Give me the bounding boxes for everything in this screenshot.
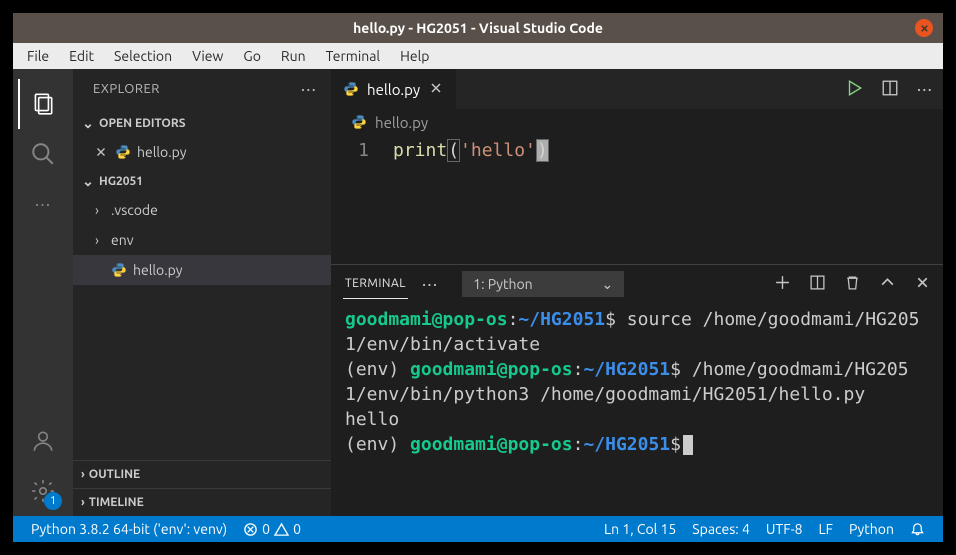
panel-more-icon[interactable]: ··· — [422, 274, 438, 294]
explorer-title: EXPLORER — [93, 82, 301, 96]
panel-tab-terminal[interactable]: TERMINAL — [343, 269, 408, 299]
chevron-down-icon: ⌄ — [601, 276, 613, 293]
activity-account-icon[interactable] — [18, 416, 68, 466]
chevron-down-icon: ⌄ — [81, 115, 95, 132]
status-python-interpreter[interactable]: Python 3.8.2 64-bit ('env': venv) — [23, 521, 235, 537]
line-number-gutter: 1 — [331, 139, 393, 264]
status-encoding[interactable]: UTF-8 — [758, 521, 811, 537]
file-hello-py[interactable]: hello.py — [73, 255, 331, 285]
new-terminal-icon[interactable] — [774, 274, 791, 294]
python-file-icon — [351, 114, 367, 130]
chevron-down-icon: ⌄ — [81, 173, 95, 190]
menu-go[interactable]: Go — [235, 46, 268, 66]
status-notifications-icon[interactable] — [902, 522, 933, 537]
close-panel-icon[interactable] — [914, 274, 931, 294]
menu-run[interactable]: Run — [273, 46, 314, 66]
menu-view[interactable]: View — [184, 46, 231, 66]
terminal-select[interactable]: 1: Python ⌄ — [462, 271, 624, 297]
maximize-panel-icon[interactable] — [879, 274, 896, 294]
editor-tabs: hello.py ··· — [331, 69, 943, 109]
activity-explorer-icon[interactable] — [18, 79, 68, 129]
bottom-panel: TERMINAL ··· 1: Python ⌄ — [331, 264, 943, 516]
python-file-icon — [111, 262, 127, 278]
chevron-right-icon: › — [89, 202, 105, 218]
status-indentation[interactable]: Spaces: 4 — [684, 521, 758, 537]
activity-search-icon[interactable] — [18, 129, 68, 179]
split-editor-icon[interactable] — [881, 79, 899, 100]
explorer-more-icon[interactable]: ··· — [301, 79, 317, 99]
activity-bar: ··· 1 — [13, 69, 73, 516]
breadcrumb[interactable]: hello.py — [331, 109, 943, 135]
open-editors-header[interactable]: ⌄ OPEN EDITORS — [73, 109, 331, 137]
menu-selection[interactable]: Selection — [106, 46, 180, 66]
tab-hello-py[interactable]: hello.py — [331, 69, 457, 109]
status-problems[interactable]: 0 0 — [235, 521, 309, 537]
explorer-sidebar: EXPLORER ··· ⌄ OPEN EDITORS hello.py — [73, 69, 331, 516]
outline-section[interactable]: › OUTLINE — [73, 460, 331, 488]
tab-close-icon[interactable] — [428, 80, 444, 99]
chevron-right-icon: › — [81, 468, 85, 481]
timeline-section[interactable]: › TIMELINE — [73, 488, 331, 516]
chevron-right-icon: › — [89, 232, 105, 248]
activity-more-icon[interactable]: ··· — [18, 179, 68, 229]
window-title: hello.py - HG2051 - Visual Studio Code — [353, 20, 603, 36]
python-file-icon — [343, 81, 359, 97]
terminal-cursor — [683, 435, 693, 455]
window-titlebar: hello.py - HG2051 - Visual Studio Code — [13, 13, 943, 43]
status-bar: Python 3.8.2 64-bit ('env': venv) 0 0 Ln… — [13, 516, 943, 542]
menu-edit[interactable]: Edit — [61, 46, 102, 66]
open-editor-filename: hello.py — [137, 144, 187, 160]
chevron-right-icon: › — [81, 496, 85, 509]
tab-filename: hello.py — [367, 81, 420, 98]
run-file-icon[interactable] — [845, 79, 863, 100]
status-language-mode[interactable]: Python — [841, 521, 902, 537]
workspace-header[interactable]: ⌄ HG2051 — [73, 167, 331, 195]
editor-more-icon[interactable]: ··· — [917, 79, 933, 99]
settings-badge: 1 — [44, 492, 62, 510]
open-editor-item[interactable]: hello.py — [73, 137, 331, 167]
split-terminal-icon[interactable] — [809, 274, 826, 294]
folder-vscode[interactable]: › .vscode — [73, 195, 331, 225]
window-close-button[interactable] — [915, 19, 933, 37]
terminal-output[interactable]: goodmami@pop-os:~/HG2051$ source /home/g… — [331, 303, 943, 516]
status-eol[interactable]: LF — [811, 521, 842, 537]
python-file-icon — [115, 144, 131, 160]
folder-env[interactable]: › env — [73, 225, 331, 255]
status-cursor-position[interactable]: Ln 1, Col 15 — [596, 521, 684, 537]
menu-file[interactable]: File — [19, 46, 57, 66]
menu-terminal[interactable]: Terminal — [318, 46, 389, 66]
kill-terminal-icon[interactable] — [844, 274, 861, 294]
code-editor[interactable]: 1 print('hello') — [331, 135, 943, 264]
activity-settings-icon[interactable]: 1 — [18, 466, 68, 516]
menu-help[interactable]: Help — [392, 46, 437, 66]
close-editor-icon[interactable] — [93, 145, 109, 159]
menubar: File Edit Selection View Go Run Terminal… — [13, 43, 943, 69]
